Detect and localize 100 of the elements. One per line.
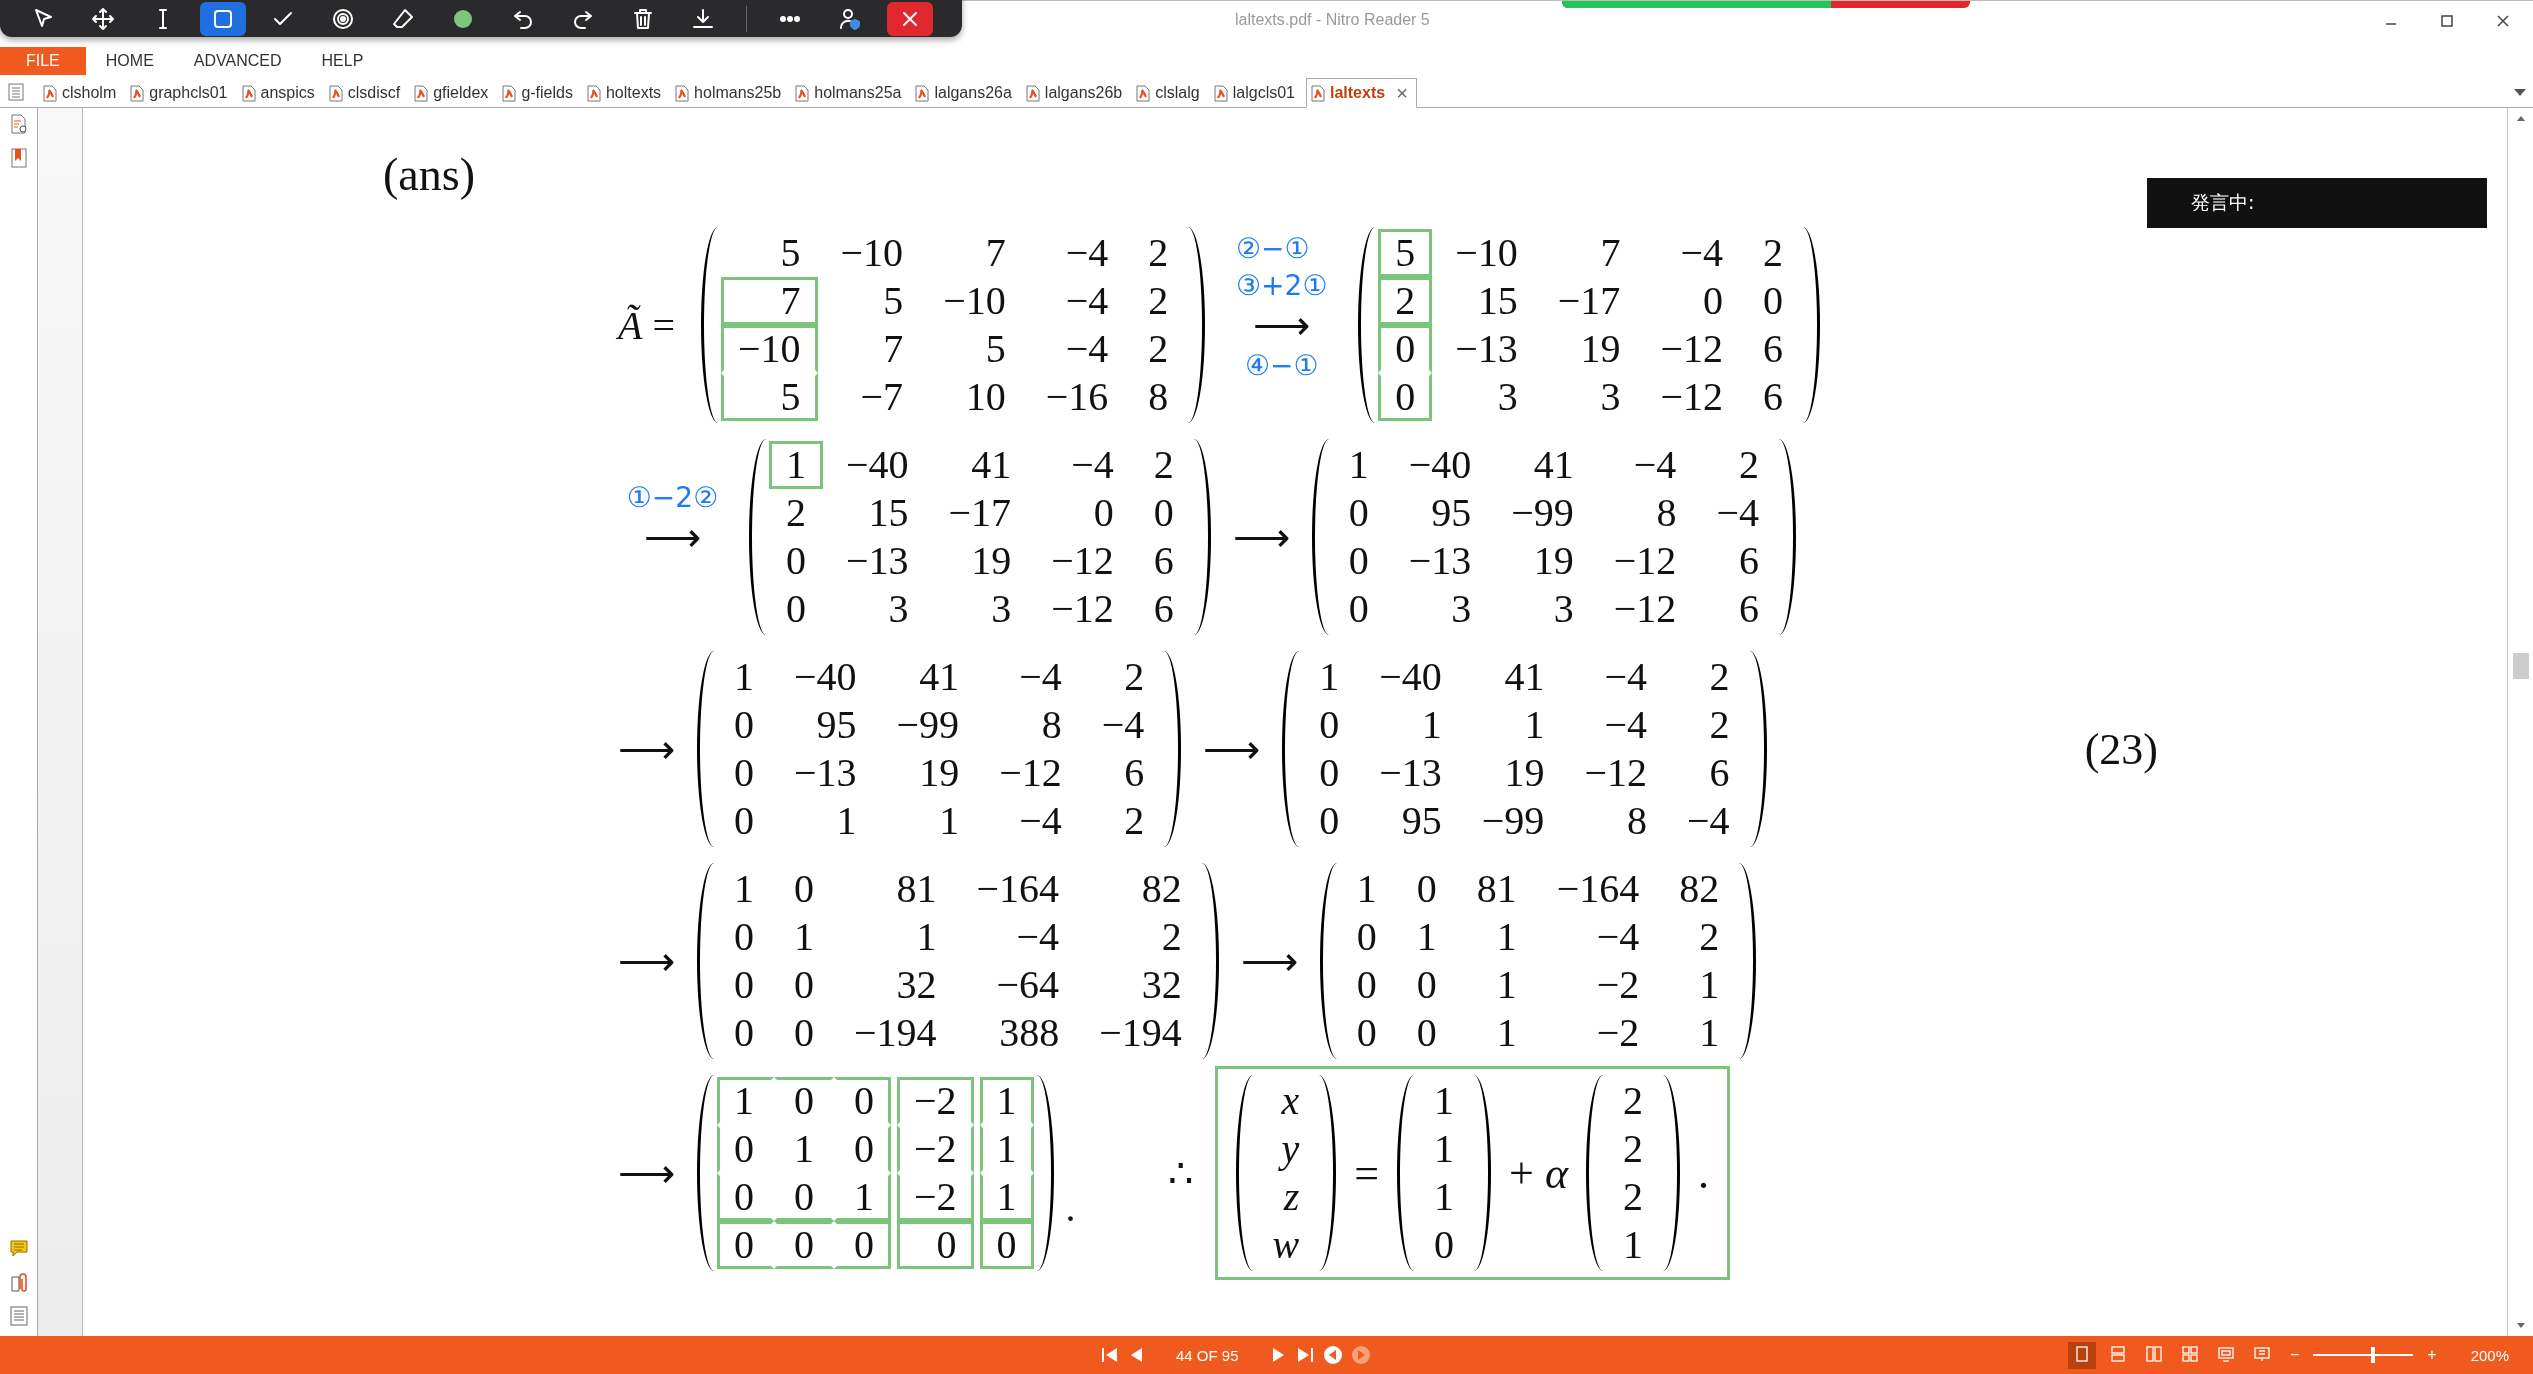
menu-item[interactable]: HOME — [85, 47, 174, 75]
matrix-cell-text: 7 — [882, 325, 905, 373]
matrix-cell-text: 388 — [998, 1009, 1061, 1057]
matrix-cell-text: 32 — [895, 961, 938, 1009]
matrix-cell-text: 3 — [1496, 373, 1519, 421]
matrix-cell-text: 41 — [1532, 441, 1575, 489]
matrix-cell-text: 0 — [1347, 537, 1370, 585]
dropdown-icon[interactable] — [2513, 87, 2527, 97]
matrix-cell-text: 0 — [1415, 961, 1438, 1009]
matrix-cell-text: 6 — [1737, 585, 1760, 633]
matrix-cell-text: −4 — [1685, 797, 1731, 845]
document-tab[interactable]: holmans25b — [672, 79, 785, 107]
close-tool-icon[interactable] — [887, 2, 933, 36]
matrix-cell-text: 1 — [1347, 441, 1370, 489]
matrix-cell-text: 95 — [1430, 489, 1473, 537]
matrix-cell-text: 0 — [733, 1009, 755, 1057]
matrix-cell-text: 1 — [1433, 1173, 1456, 1221]
document-tab[interactable]: lalgans26a — [912, 79, 1015, 107]
pdf-file-icon — [1025, 84, 1040, 102]
single-view-icon[interactable] — [2067, 1341, 2096, 1369]
pdf-file-icon — [328, 84, 343, 102]
matrix-cell-text: 3 — [887, 585, 910, 633]
matrix-cell: 0 — [979, 1221, 1034, 1269]
matrix-cell-text: 0 — [1152, 489, 1175, 537]
scroll-up-icon[interactable] — [2515, 114, 2526, 122]
back-icon[interactable] — [1322, 1345, 1343, 1365]
matrix-cell-text: −12 — [1050, 585, 1115, 633]
matrix-cell-text: 6 — [1761, 373, 1784, 421]
matrix-cell: 1 — [979, 1077, 1034, 1125]
matrix-cell-text: 95 — [1400, 797, 1443, 845]
matrix-cell-text: 1 — [915, 913, 938, 961]
pdf-file-icon — [1213, 84, 1228, 102]
matrix-cell-text: −17 — [1556, 277, 1622, 325]
search-document-icon[interactable] — [9, 114, 28, 134]
bookmark-icon[interactable] — [9, 148, 28, 168]
matrix-cell-text: 41 — [970, 441, 1013, 489]
matrix-cell-text: 3 — [1450, 585, 1473, 633]
matrix-cell-text: −12 — [1659, 325, 1724, 373]
matrix-cell-text: 0 — [785, 585, 807, 633]
document-tab[interactable]: g-fields — [499, 79, 576, 107]
pdf-file-icon — [586, 84, 601, 102]
document-tab[interactable]: holmans25a — [792, 79, 905, 107]
document-tab[interactable]: lalgans26b — [1022, 79, 1126, 107]
document-tab[interactable]: anspics — [238, 79, 318, 107]
arrow-symbol: ⟶ — [618, 937, 675, 985]
matrix-cell: 5 — [1378, 229, 1433, 277]
matrix-cell-text: 8 — [1625, 797, 1648, 845]
attachment-icon[interactable] — [9, 1272, 28, 1292]
matrix-cell-text: −40 — [1407, 441, 1473, 489]
therefore-symbol: ∴ — [1167, 1149, 1193, 1197]
matrix-cell-text: 5 — [779, 229, 802, 277]
close-tab-button[interactable]: × — [1396, 81, 1408, 105]
document-tab[interactable]: clsdiscf — [325, 79, 404, 107]
matrix-cell-text: 1 — [1495, 961, 1518, 1009]
matrix-cell-text: 2 — [1622, 1125, 1644, 1173]
matrix-cell-text: 1 — [1355, 865, 1378, 913]
scroll-thumb[interactable] — [2513, 653, 2529, 679]
matrix-cell-text: 0 — [793, 961, 815, 1009]
menu-item[interactable]: HELP — [301, 47, 384, 75]
document-tab[interactable]: laltexts × — [1306, 78, 1417, 108]
matrix-cell-text: −13 — [1454, 325, 1519, 373]
matrix-cell-text: 15 — [867, 489, 910, 537]
matrix-label: Ã = — [618, 301, 675, 349]
rectangle-tool-icon[interactable] — [200, 2, 246, 36]
matrix-cell-text: 8 — [1147, 373, 1170, 421]
document-tab[interactable]: gfieldex — [411, 79, 492, 107]
document-tab[interactable]: holtexts — [583, 79, 665, 107]
matrix-cell-text: 1 — [1318, 653, 1341, 701]
matrix-cell-text: −4 — [1632, 441, 1678, 489]
document-tab[interactable]: clsholm — [40, 79, 120, 107]
comment-icon[interactable] — [9, 1240, 28, 1258]
matrix-cell-text: −13 — [1407, 537, 1473, 585]
document-tab[interactable]: clslalg — [1133, 79, 1203, 107]
pdf-file-icon — [795, 84, 810, 102]
matrix-cell-text: −2 — [1595, 1009, 1641, 1057]
matrix-cell-text: z — [1282, 1173, 1301, 1221]
matrix-cell-text: −194 — [853, 1009, 938, 1057]
matrix-cell-text: −4 — [1679, 229, 1724, 277]
matrix-cell-text: 19 — [1532, 537, 1575, 585]
matrix-cell-text: −4 — [1064, 277, 1110, 325]
document-tab[interactable]: lalgcls01 — [1210, 79, 1298, 107]
scroll-down-icon[interactable] — [2515, 1322, 2526, 1330]
matrix-cell: 1 — [979, 1173, 1034, 1221]
handwritten-note: ②−① — [1236, 231, 1311, 265]
pdf-file-icon — [414, 84, 429, 102]
zoom-slider-thumb[interactable] — [2371, 1347, 2376, 1363]
matrix-cell-text: −194 — [1098, 1009, 1183, 1057]
matrix-cell-text: −7 — [859, 373, 905, 421]
matrix-cell-text: 2 — [1147, 229, 1170, 277]
document-tab[interactable]: graphcls01 — [127, 79, 231, 107]
matrix-cell-text: −164 — [1555, 865, 1641, 913]
matrix-cell-text: 1 — [793, 913, 815, 961]
menu-item[interactable]: ADVANCED — [173, 47, 302, 75]
matrix-cell-text: 0 — [785, 537, 807, 585]
matrix-cell-text: 0 — [1415, 1009, 1438, 1057]
arrow-symbol: ⟶ — [618, 725, 675, 773]
matrix-cell: 0 — [834, 1077, 891, 1125]
matrix-cell: 1 — [834, 1173, 891, 1221]
matrix-cell-text: 2 — [1147, 277, 1170, 325]
first-page-icon[interactable] — [1100, 1347, 1120, 1363]
